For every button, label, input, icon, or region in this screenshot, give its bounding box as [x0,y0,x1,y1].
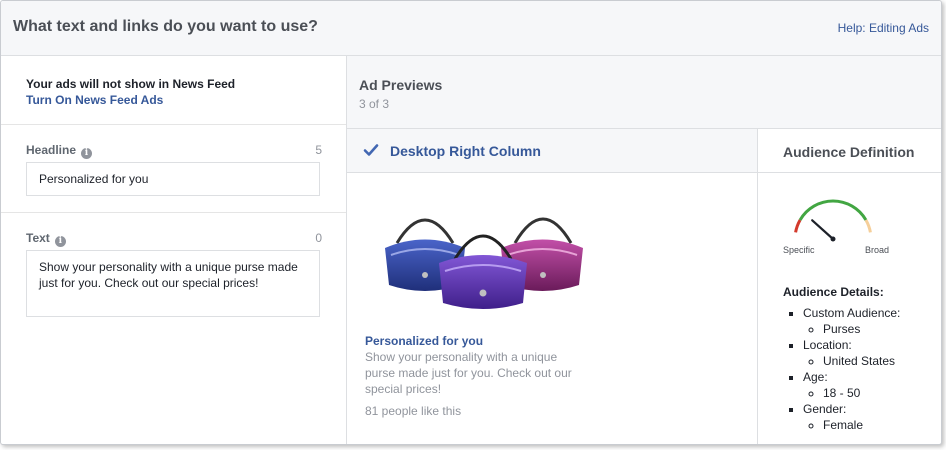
placement-header[interactable]: Desktop Right Column [347,129,757,173]
audience-gauge [794,199,872,242]
page-title: What text and links do you want to use? [13,18,318,35]
text-label: Text i [26,231,66,247]
audience-detail-value: 18 - 50 [823,385,900,401]
placement-title: Desktop Right Column [390,143,541,159]
headline-char-count: 5 [315,143,322,157]
audience-detail-item: Custom Audience:Purses [803,305,900,337]
ad-social-context: 81 people like this [365,404,462,418]
audience-detail-item: Location:United States [803,337,900,369]
audience-detail-label: Location: [803,338,852,352]
audience-detail-item: Age:18 - 50 [803,369,900,401]
text-section: Text i 0 Show your personality with a uni… [1,213,346,393]
gauge-broad-label: Broad [865,245,890,255]
ad-text-panel: Your ads will not show in News Feed Turn… [1,56,347,444]
gauge-needle [811,219,835,241]
info-icon[interactable]: i [81,148,93,159]
help-editing-ads-link[interactable]: Help: Editing Ads [838,21,929,35]
info-icon[interactable]: i [54,236,66,247]
audience-detail-value: United States [823,353,900,369]
text-input[interactable]: Show your personality with a unique purs… [26,250,320,317]
headline-section: Headline i 5 Personalized for you [1,124,346,213]
ad-body-text: Show your personality with a unique purs… [365,350,572,396]
ad-previews-title: Ad Previews [359,77,443,93]
text-char-count: 0 [315,231,322,245]
audience-details-title: Audience Details: [783,285,884,299]
news-feed-notice-text: Your ads will not show in News Feed [26,77,236,91]
ad-image-purses[interactable] [377,203,589,313]
placement-preview: Desktop Right Column Personalized for yo… [347,129,758,444]
check-icon [363,144,379,156]
ad-previews-header: Ad Previews 3 of 3 [347,56,941,129]
audience-detail-label: Gender: [803,402,847,416]
audience-detail-label: Age: [803,370,828,384]
audience-title: Audience Definition [783,144,915,160]
audience-definition-panel: Audience Definition Specific Broad Audie… [758,129,941,444]
gauge-specific-label: Specific [783,245,815,255]
audience-detail-value: Female [823,417,900,433]
header-bar: What text and links do you want to use? … [1,1,941,56]
audience-detail-label: Custom Audience: [803,306,901,320]
news-feed-notice: Your ads will not show in News Feed Turn… [1,56,346,125]
turn-on-news-feed-ads-link[interactable]: Turn On News Feed Ads [26,93,163,107]
audience-detail-item: Gender:Female [803,401,900,433]
headline-label: Headline i [26,143,93,159]
headline-label-text: Headline [26,143,77,157]
audience-header: Audience Definition [758,129,941,173]
editor-window: What text and links do you want to use? … [0,0,942,445]
text-label-text: Text [26,231,50,245]
audience-detail-value: Purses [823,321,900,337]
headline-input[interactable]: Personalized for you [26,162,320,196]
ad-headline[interactable]: Personalized for you [365,334,483,348]
preview-counter: 3 of 3 [359,97,390,111]
audience-details-list: Custom Audience:Purses Location:United S… [783,305,900,433]
